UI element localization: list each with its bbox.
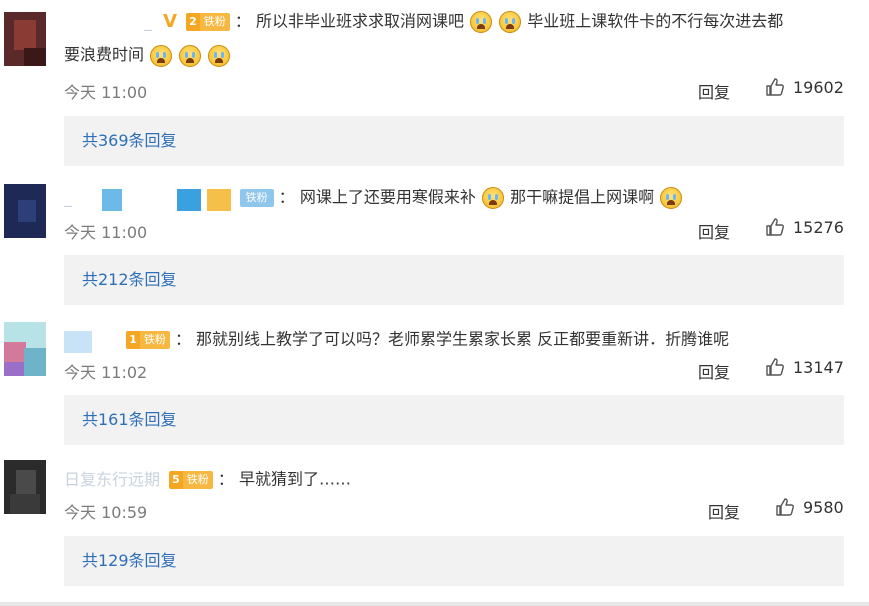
fan-level: 1 (126, 330, 140, 349)
crying-emoji-icon (208, 44, 231, 67)
comment-item: 日复东行远期 5 铁粉 ： 早就猜到了…… 今天 10:59 回复 9580 共… (0, 452, 869, 602)
fan-badge[interactable]: 5 铁粉 (169, 470, 213, 489)
colon: ： (174, 329, 191, 349)
like-button[interactable]: 15276 (765, 217, 844, 237)
nickname-blurred (77, 187, 231, 211)
laughing-crying-emoji-icon (660, 186, 683, 209)
nickname-blurred[interactable] (64, 329, 118, 353)
nickname[interactable]: _ (144, 9, 152, 35)
vip-v-icon: V (163, 10, 178, 32)
like-button[interactable]: 13147 (765, 357, 844, 377)
comment-time: 今天 11:02 (64, 363, 148, 382)
replies-link[interactable]: 共212条回复 (64, 255, 844, 305)
comment-text: 毕业班上课软件卡的不行每次进去都 (527, 11, 784, 31)
thumbs-up-icon (766, 358, 784, 376)
like-count: 13147 (793, 357, 844, 377)
colon: ： (278, 187, 295, 207)
reply-button[interactable]: 回复 (708, 499, 740, 523)
fan-level: 2 (186, 12, 200, 31)
comment-item: 1 铁粉 ： 那就别线上教学了可以吗？老师累学生累家长累 反正都要重新讲．折腾谁… (0, 312, 869, 452)
bottom-divider (0, 602, 869, 606)
replies-link[interactable]: 共129条回复 (64, 536, 844, 586)
laughing-crying-emoji-icon (481, 186, 504, 209)
fan-badge-label: 铁粉 (139, 330, 170, 349)
like-count: 9580 (803, 497, 844, 517)
crying-emoji-icon (470, 10, 493, 33)
fan-level: 5 (169, 470, 183, 489)
comment-item: _ 铁粉 ： 网课上了还要用寒假来补 那干嘛提倡上网课啊 今天 11:00 回复… (0, 172, 869, 312)
thumbs-up-icon (766, 78, 784, 96)
like-button[interactable]: 19602 (765, 77, 844, 97)
comment-text: 网课上了还要用寒假来补 (299, 187, 476, 207)
comment-text: 那就别线上教学了可以吗？老师累学生累家长累 反正都要重新讲．折腾谁呢 (196, 329, 730, 349)
like-count: 19602 (793, 77, 844, 97)
avatar[interactable] (4, 184, 46, 238)
comment-time: 今天 10:59 (64, 503, 148, 522)
thumbs-up-icon (776, 498, 794, 516)
fan-badge-label: 铁粉 (239, 188, 274, 207)
fan-badge-label: 铁粉 (199, 12, 230, 31)
nickname[interactable]: 日复东行远期 (64, 467, 160, 493)
comment-header: _ 铁粉 ： 网课上了还要用寒假来补 那干嘛提倡上网课啊 (64, 184, 683, 211)
comment-text: 所以非毕业班求求取消网课吧 (255, 11, 464, 31)
comment-header: _ V 2 铁粉 ： 所以非毕业班求求取消网课吧 毕业班上课软件卡的不行每次进去… (64, 8, 783, 35)
reply-button[interactable]: 回复 (698, 359, 730, 383)
reply-button[interactable]: 回复 (698, 219, 730, 243)
fan-badge[interactable]: 铁粉 (239, 188, 274, 207)
fan-badge-label: 铁粉 (182, 470, 213, 489)
reply-button[interactable]: 回复 (698, 79, 730, 103)
crying-emoji-icon (499, 10, 522, 33)
fan-badge[interactable]: 1 铁粉 (126, 330, 170, 349)
comment-time: 今天 11:00 (64, 223, 148, 242)
replies-link[interactable]: 共369条回复 (64, 116, 844, 166)
comment-header: 1 铁粉 ： 那就别线上教学了可以吗？老师累学生累家长累 反正都要重新讲．折腾谁… (64, 326, 729, 353)
comment-item: _ V 2 铁粉 ： 所以非毕业班求求取消网课吧 毕业班上课软件卡的不行每次进去… (0, 0, 869, 172)
colon: ： (217, 469, 234, 489)
like-count: 15276 (793, 217, 844, 237)
comment-text: 早就猜到了…… (238, 469, 351, 489)
avatar[interactable] (4, 460, 46, 514)
crying-emoji-icon (179, 44, 202, 67)
replies-link[interactable]: 共161条回复 (64, 395, 844, 445)
comment-text-line2: 要浪费时间 (64, 42, 231, 68)
crying-emoji-icon (150, 44, 173, 67)
comment-text: 要浪费时间 (64, 45, 145, 64)
fan-badge[interactable]: 2 铁粉 (186, 12, 230, 31)
avatar[interactable] (4, 322, 46, 376)
like-button[interactable]: 9580 (775, 497, 844, 517)
comment-text: 那干嘛提倡上网课啊 (510, 187, 655, 207)
comment-time: 今天 11:00 (64, 83, 148, 102)
thumbs-up-icon (766, 218, 784, 236)
comment-header: 日复东行远期 5 铁粉 ： 早就猜到了…… (64, 466, 351, 493)
colon: ： (234, 11, 251, 31)
avatar[interactable] (4, 12, 46, 66)
nickname[interactable]: _ (64, 185, 72, 211)
